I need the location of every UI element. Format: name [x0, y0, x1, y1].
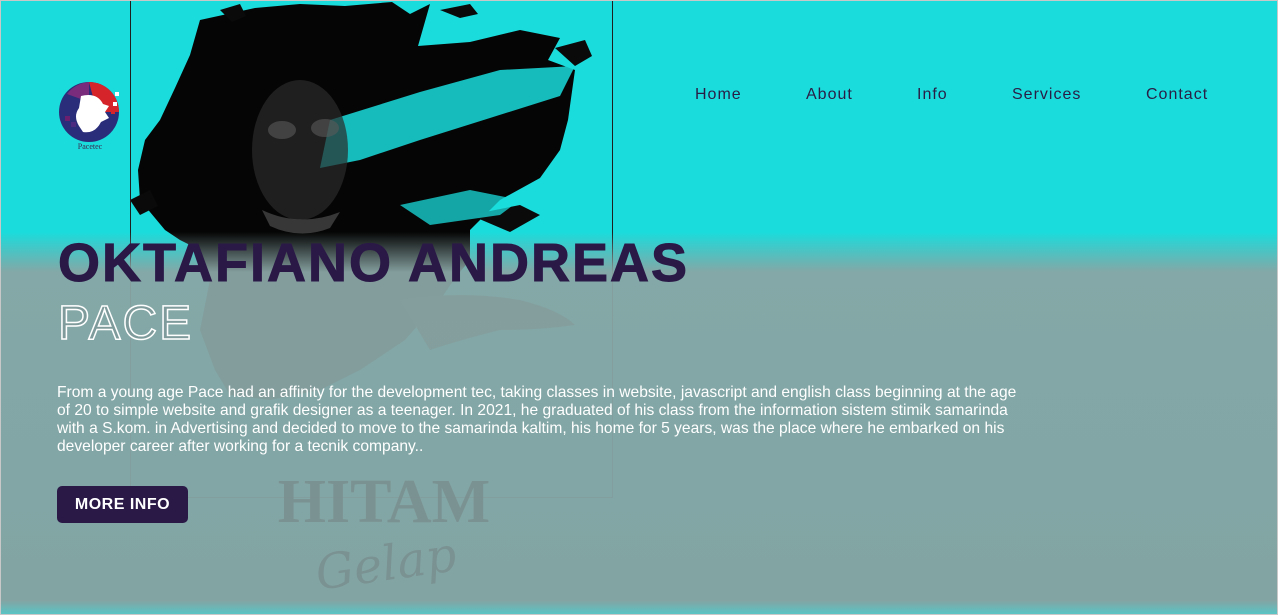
nav-about[interactable]: About [806, 86, 853, 104]
overlay-fog-edge [0, 600, 1278, 615]
brand-logo[interactable]: Pacetec [57, 82, 123, 152]
pacetec-logo-icon [59, 82, 119, 142]
hero-name-heading: OKTAFIANO ANDREAS [58, 233, 689, 294]
watermark-title: HITAM [278, 468, 490, 536]
watermark-script: Gelap [312, 527, 460, 602]
hitam-gelap-watermark: HITAM Gelap [278, 468, 490, 602]
nav-contact[interactable]: Contact [1146, 86, 1208, 104]
nav-services[interactable]: Services [1012, 86, 1081, 104]
hero-bio-text: From a young age Pace had an affinity fo… [57, 384, 1017, 455]
nav-info[interactable]: Info [917, 86, 948, 104]
nav-home[interactable]: Home [695, 86, 742, 104]
hero-subtitle: PACE [57, 296, 194, 351]
logo-caption: Pacetec [77, 142, 103, 151]
more-info-button[interactable]: MORE INFO [57, 486, 188, 523]
